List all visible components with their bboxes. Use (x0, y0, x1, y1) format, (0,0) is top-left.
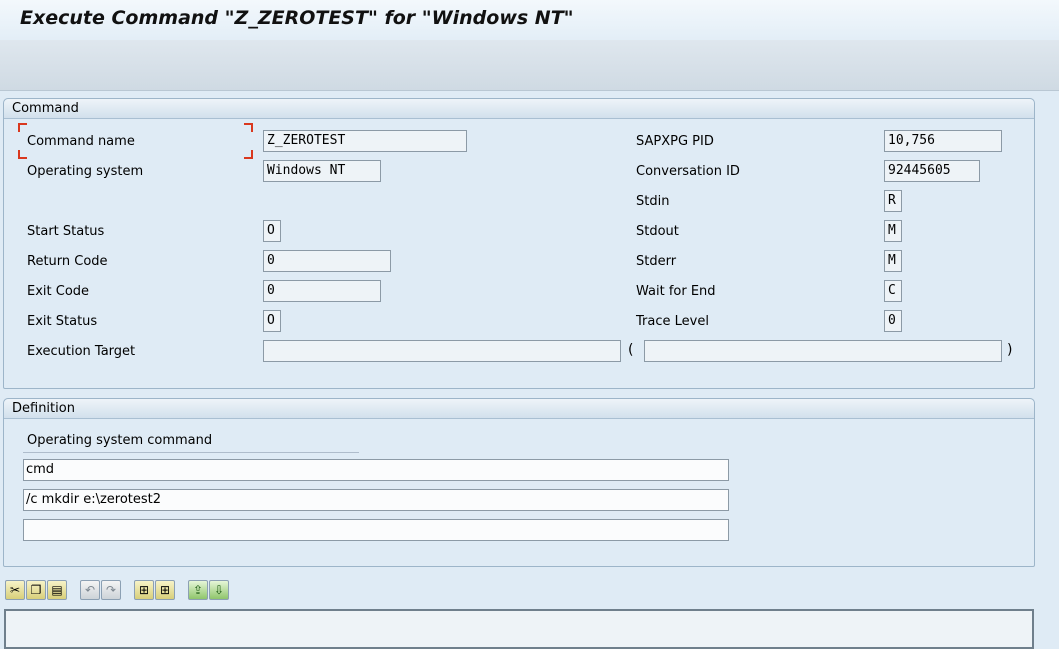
paste-icon[interactable]: ▤ (47, 580, 67, 600)
find-icon[interactable]: ⊞ (134, 580, 154, 600)
application-toolbar (0, 40, 1059, 91)
wait-for-end-field[interactable]: C (884, 280, 902, 302)
stdout-field[interactable]: M (884, 220, 902, 242)
wait-for-end-label: Wait for End (636, 284, 716, 299)
command-name-field[interactable]: Z_ZEROTEST (263, 130, 467, 152)
focus-corner-br (244, 150, 253, 159)
stderr-label: Stderr (636, 254, 677, 269)
stdin-label: Stdin (636, 194, 670, 209)
sapxpg-pid-label: SAPXPG PID (636, 134, 714, 149)
execution-target-field[interactable] (263, 340, 621, 362)
execution-target-extra-field[interactable] (644, 340, 1002, 362)
find-next-icon[interactable]: ⊞ (155, 580, 175, 600)
trace-level-field[interactable]: 0 (884, 310, 902, 332)
focus-corner-tr (244, 123, 253, 132)
upload-icon[interactable]: ⇪ (188, 580, 208, 600)
start-status-label: Start Status (27, 224, 105, 239)
stdout-label: Stdout (636, 224, 679, 239)
cut-icon[interactable]: ✂ (5, 580, 25, 600)
undo-icon[interactable]: ↶ (80, 580, 100, 600)
return-code-label: Return Code (27, 254, 108, 269)
page-title: Execute Command "Z_ZEROTEST" for "Window… (20, 7, 574, 29)
os-command-label-underline (23, 452, 359, 453)
download-icon[interactable]: ⇩ (209, 580, 229, 600)
conversation-id-label: Conversation ID (636, 164, 740, 179)
redo-icon[interactable]: ↷ (101, 580, 121, 600)
execution-target-label: Execution Target (27, 344, 136, 359)
command-group-header: Command (4, 99, 1034, 119)
close-paren: ) (1007, 342, 1013, 358)
stderr-field[interactable]: M (884, 250, 902, 272)
title-bar: Execute Command "Z_ZEROTEST" for "Window… (0, 0, 1059, 40)
os-command-line-3[interactable] (23, 519, 729, 541)
os-command-label: Operating system command (27, 433, 213, 448)
trace-level-label: Trace Level (636, 314, 709, 329)
operating-system-field[interactable]: Windows NT (263, 160, 381, 182)
stdin-field[interactable]: R (884, 190, 902, 212)
focus-corner-bl (18, 150, 27, 159)
exit-status-label: Exit Status (27, 314, 98, 329)
exit-code-label: Exit Code (27, 284, 90, 299)
start-status-field[interactable]: O (263, 220, 281, 242)
command-name-label: Command name (27, 134, 135, 149)
output-text-area[interactable] (4, 609, 1034, 649)
definition-group-header: Definition (4, 399, 1034, 419)
copy-icon[interactable]: ❐ (26, 580, 46, 600)
exit-status-field[interactable]: O (263, 310, 281, 332)
os-command-line-2[interactable]: /c mkdir e:\zerotest2 (23, 489, 729, 511)
open-paren: ( (628, 342, 634, 358)
focus-corner-tl (18, 123, 27, 132)
sapxpg-pid-field[interactable]: 10,756 (884, 130, 1002, 152)
os-command-line-1[interactable]: cmd (23, 459, 729, 481)
operating-system-label: Operating system (27, 164, 144, 179)
conversation-id-field[interactable]: 92445605 (884, 160, 980, 182)
exit-code-field[interactable]: 0 (263, 280, 381, 302)
definition-group: Definition (3, 398, 1035, 567)
return-code-field[interactable]: 0 (263, 250, 391, 272)
